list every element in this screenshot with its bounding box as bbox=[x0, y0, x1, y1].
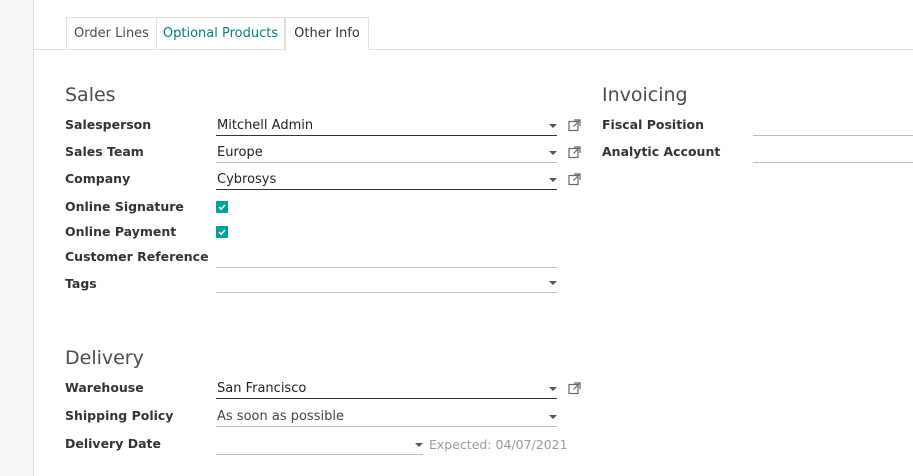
delivery-date-label: Delivery Date bbox=[65, 436, 161, 451]
form-sheet: Order Lines Optional Products Other Info… bbox=[33, 0, 913, 476]
delivery-date-input[interactable] bbox=[216, 435, 423, 455]
expected-date-text: Expected: 04/07/2021 bbox=[429, 437, 568, 452]
analytic-account-field[interactable] bbox=[753, 143, 913, 163]
chevron-down-icon[interactable] bbox=[549, 178, 557, 182]
external-link-icon[interactable] bbox=[568, 119, 581, 132]
tags-field[interactable] bbox=[216, 273, 557, 293]
sales-section-title: Sales bbox=[65, 84, 116, 106]
fiscal-position-field[interactable] bbox=[753, 116, 913, 136]
external-link-icon[interactable] bbox=[568, 173, 581, 186]
sales-team-value: Europe bbox=[217, 145, 263, 160]
delivery-section-title: Delivery bbox=[65, 347, 144, 369]
tags-label: Tags bbox=[65, 276, 97, 291]
warehouse-value: San Francisco bbox=[217, 381, 307, 396]
warehouse-label: Warehouse bbox=[65, 380, 144, 395]
warehouse-field[interactable]: San Francisco bbox=[216, 379, 557, 399]
chevron-down-icon[interactable] bbox=[549, 281, 557, 285]
check-icon bbox=[218, 204, 226, 211]
external-link-icon[interactable] bbox=[568, 382, 581, 395]
shipping-policy-value: As soon as possible bbox=[217, 409, 344, 424]
analytic-account-label: Analytic Account bbox=[602, 144, 721, 159]
online-payment-label: Online Payment bbox=[65, 224, 177, 239]
shipping-policy-label: Shipping Policy bbox=[65, 408, 174, 423]
check-icon bbox=[218, 229, 226, 236]
notebook-tabs: Order Lines Optional Products Other Info bbox=[34, 17, 913, 50]
company-label: Company bbox=[65, 171, 131, 186]
company-field[interactable]: Cybrosys bbox=[216, 170, 557, 190]
tab-order-lines[interactable]: Order Lines bbox=[66, 17, 157, 49]
tab-optional-products[interactable]: Optional Products bbox=[156, 17, 285, 49]
sales-team-field[interactable]: Europe bbox=[216, 143, 557, 163]
salesperson-value: Mitchell Admin bbox=[217, 118, 314, 133]
chevron-down-icon[interactable] bbox=[415, 443, 423, 447]
company-value: Cybrosys bbox=[217, 172, 277, 187]
salesperson-field[interactable]: Mitchell Admin bbox=[216, 116, 557, 136]
invoicing-section-title: Invoicing bbox=[602, 84, 688, 106]
customer-reference-label: Customer Reference bbox=[65, 249, 209, 264]
customer-reference-input[interactable] bbox=[216, 248, 557, 268]
online-signature-checkbox[interactable] bbox=[216, 201, 228, 213]
fiscal-position-label: Fiscal Position bbox=[602, 117, 704, 132]
online-payment-checkbox[interactable] bbox=[216, 226, 228, 238]
shipping-policy-select[interactable]: As soon as possible bbox=[216, 407, 557, 427]
chevron-down-icon[interactable] bbox=[549, 387, 557, 391]
salesperson-label: Salesperson bbox=[65, 117, 152, 132]
chevron-down-icon[interactable] bbox=[549, 415, 557, 419]
chevron-down-icon[interactable] bbox=[549, 124, 557, 128]
chevron-down-icon[interactable] bbox=[549, 151, 557, 155]
tab-other-info[interactable]: Other Info bbox=[285, 17, 369, 50]
external-link-icon[interactable] bbox=[568, 146, 581, 159]
sales-team-label: Sales Team bbox=[65, 144, 144, 159]
online-signature-label: Online Signature bbox=[65, 199, 184, 214]
